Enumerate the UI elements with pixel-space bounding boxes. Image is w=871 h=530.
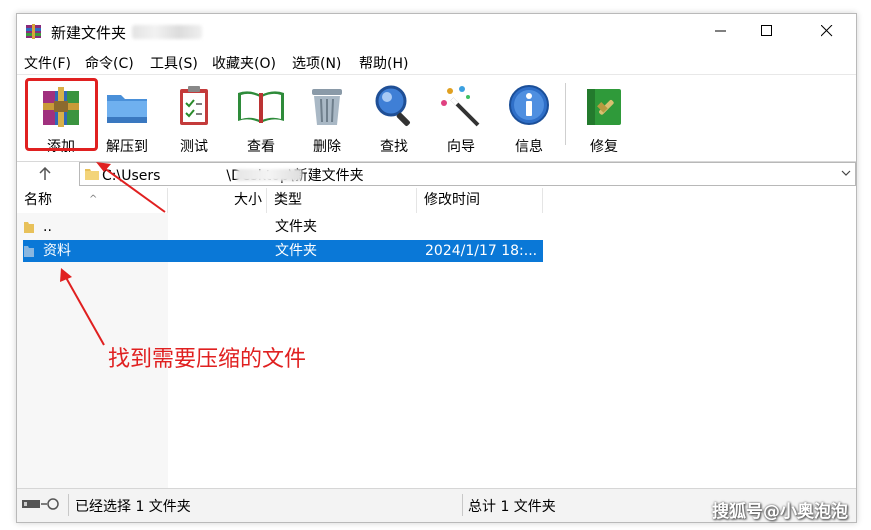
list-item-selected[interactable]: 资料 文件夹 2024/1/17 18:...	[23, 240, 543, 262]
view-label: 查看	[247, 139, 275, 155]
item-type: 文件夹	[275, 219, 317, 235]
maximize-button[interactable]	[744, 14, 790, 48]
view-button[interactable]: 查看	[230, 81, 292, 155]
column-modified-label: 修改时间	[424, 192, 480, 208]
key-icon	[47, 498, 59, 510]
winrar-app-icon	[25, 23, 42, 40]
find-button[interactable]: 查找	[363, 81, 425, 155]
status-total: 总计 1 文件夹	[468, 499, 556, 515]
item-modified: 2024/1/17 18:...	[425, 243, 538, 259]
window-title: 新建文件夹	[51, 24, 127, 42]
folder-icon	[85, 169, 99, 180]
blurred-username	[236, 169, 302, 181]
menu-favorites[interactable]: 收藏夹(O)	[212, 53, 276, 73]
status-separator	[68, 494, 69, 516]
trash-bin-icon	[312, 89, 342, 125]
item-type: 文件夹	[275, 243, 317, 259]
up-folder-button[interactable]	[22, 163, 68, 185]
delete-button[interactable]: 删除	[296, 81, 358, 155]
repair-button[interactable]: 修复	[573, 81, 635, 155]
find-label: 查找	[380, 139, 408, 155]
address-path: C:\Users\Desktop\新建文件夹	[102, 165, 364, 185]
up-arrow-icon	[39, 167, 51, 180]
magic-wand-icon	[441, 86, 480, 127]
maximize-icon	[761, 25, 772, 36]
chevron-down-icon	[841, 170, 851, 176]
folder-icon	[24, 222, 34, 233]
folder-icon	[24, 246, 34, 257]
add-highlight-box	[25, 78, 98, 151]
title-bar: 新建文件夹	[17, 14, 856, 50]
menu-bar: 文件(F) 命令(C) 工具(S) 收藏夹(O) 选项(N) 帮助(H)	[17, 50, 856, 74]
extract-to-label: 解压到	[106, 139, 148, 155]
item-name: 资料	[43, 243, 71, 259]
status-selection: 已经选择 1 文件夹	[75, 499, 191, 515]
menu-options[interactable]: 选项(N)	[292, 53, 341, 73]
menu-file[interactable]: 文件(F)	[24, 53, 71, 73]
annotation-callout: 找到需要压缩的文件	[108, 347, 307, 372]
column-header-type[interactable]: 类型	[267, 188, 417, 213]
blurred-title-part	[132, 25, 202, 39]
column-type-label: 类型	[274, 192, 302, 208]
test-label: 测试	[180, 139, 208, 155]
toolbar: 添加 解压到 测试 查看 删除 查找 向导 信息 修复	[17, 74, 856, 162]
status-icons	[21, 497, 65, 515]
column-header-size[interactable]: 大小	[168, 188, 267, 213]
address-bar[interactable]: C:\Users\Desktop\新建文件夹	[79, 162, 856, 186]
folder-extract-icon	[107, 95, 147, 123]
info-label: 信息	[515, 139, 543, 155]
clipboard-check-icon	[180, 86, 208, 125]
file-list: 名称 ^ 大小 类型 修改时间 .. 文件夹 资料 文件夹 2024/1/17 …	[17, 188, 856, 491]
column-header-name[interactable]: 名称 ^	[17, 188, 168, 213]
menu-commands[interactable]: 命令(C)	[85, 53, 134, 73]
extract-to-button[interactable]: 解压到	[96, 81, 158, 155]
repair-label: 修复	[590, 139, 618, 155]
winrar-window: 新建文件夹 文件(F) 命令(C) 工具(S) 收藏夹(O) 选项(N) 帮助(…	[16, 13, 857, 523]
wizard-button[interactable]: 向导	[430, 81, 492, 155]
minimize-button[interactable]	[698, 14, 744, 48]
status-separator	[462, 494, 463, 516]
minimize-icon	[715, 30, 726, 32]
info-icon	[509, 85, 549, 125]
wizard-label: 向导	[447, 139, 475, 155]
magnifier-icon	[375, 85, 410, 126]
open-book-icon	[238, 91, 284, 123]
delete-label: 删除	[313, 139, 341, 155]
item-name: ..	[43, 219, 52, 235]
sort-ascending-icon: ^	[89, 194, 98, 205]
column-header-modified[interactable]: 修改时间	[417, 188, 543, 213]
info-button[interactable]: 信息	[498, 81, 560, 155]
test-button[interactable]: 测试	[163, 81, 225, 155]
watermark: 搜狐号@小奥泡泡	[712, 502, 848, 522]
address-row: C:\Users\Desktop\新建文件夹	[17, 160, 856, 188]
close-button[interactable]	[804, 14, 850, 48]
menu-tools[interactable]: 工具(S)	[150, 53, 198, 73]
menu-help[interactable]: 帮助(H)	[359, 53, 408, 73]
close-icon	[821, 25, 833, 37]
repair-kit-icon	[587, 89, 621, 125]
address-path-prefix: C:\Users	[102, 168, 161, 184]
column-size-label: 大小	[234, 192, 262, 208]
toolbar-separator	[565, 83, 566, 145]
list-item-parent[interactable]: .. 文件夹	[23, 216, 543, 238]
column-name-label: 名称	[24, 192, 52, 208]
